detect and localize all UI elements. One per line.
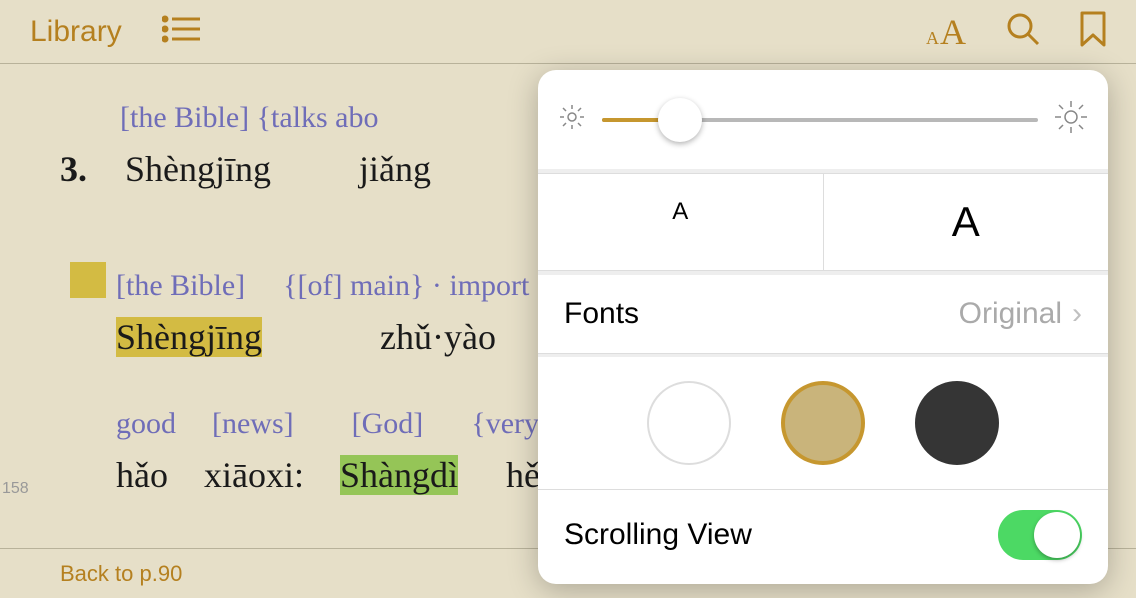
chevron-right-icon: ›: [1072, 297, 1082, 331]
fonts-row[interactable]: Fonts Original ›: [538, 275, 1108, 354]
fonts-label: Fonts: [564, 297, 639, 331]
appearance-popover: A A Fonts Original › Scrolling View: [538, 70, 1108, 584]
top-toolbar: Library AA: [0, 0, 1136, 64]
gloss-text: {very: [471, 407, 539, 440]
brightness-slider-thumb[interactable]: [658, 98, 702, 142]
scrolling-view-row: Scrolling View: [538, 490, 1108, 584]
gloss-text: [news]: [212, 407, 294, 440]
scrolling-view-label: Scrolling View: [564, 518, 752, 552]
table-of-contents-icon[interactable]: [162, 15, 200, 48]
pinyin-text: zhǔ·yào: [380, 317, 496, 357]
theme-row: [538, 354, 1108, 490]
theme-white-button[interactable]: [647, 381, 731, 465]
toolbar-left: Library: [30, 15, 200, 49]
fonts-value: Original: [959, 297, 1062, 331]
bookmark-icon[interactable]: [1080, 11, 1106, 52]
gloss-text: [God]: [352, 407, 424, 440]
highlight-marker-icon[interactable]: [70, 262, 106, 298]
brightness-high-icon: [1054, 100, 1088, 139]
brightness-control: [538, 70, 1108, 169]
text-appearance-icon[interactable]: AA: [926, 11, 966, 53]
pinyin-highlighted[interactable]: Shàngdì: [340, 455, 458, 495]
pinyin-text: Shèngjīng: [125, 149, 271, 189]
gloss-text: [the Bible]: [116, 269, 245, 302]
search-icon[interactable]: [1006, 12, 1040, 51]
pinyin-text: hǎo: [116, 455, 168, 495]
pinyin-highlighted[interactable]: Shèngjīng: [116, 317, 262, 357]
gloss-text: [the Bible] {talks abo: [120, 101, 379, 134]
theme-sepia-button[interactable]: [781, 381, 865, 465]
back-to-page-button[interactable]: Back to p.90: [60, 561, 182, 587]
pinyin-text: xiāoxi:: [204, 455, 304, 495]
toolbar-right: AA: [926, 11, 1106, 53]
margin-page-number: 158: [2, 480, 29, 498]
brightness-low-icon: [558, 103, 586, 136]
pinyin-text: hě: [506, 455, 540, 495]
popover-arrow: [896, 70, 928, 72]
theme-dark-button[interactable]: [915, 381, 999, 465]
increase-font-button[interactable]: A: [824, 174, 1109, 270]
brightness-slider[interactable]: [602, 118, 1038, 122]
library-button[interactable]: Library: [30, 15, 122, 49]
scrolling-view-toggle[interactable]: [998, 510, 1082, 560]
font-size-row: A A: [538, 169, 1108, 275]
gloss-text: good: [116, 407, 176, 440]
decrease-font-button[interactable]: A: [538, 174, 824, 270]
list-number: 3.: [60, 149, 87, 189]
pinyin-text: jiǎng: [359, 149, 431, 189]
gloss-text: {[of] main} · import: [283, 269, 529, 302]
